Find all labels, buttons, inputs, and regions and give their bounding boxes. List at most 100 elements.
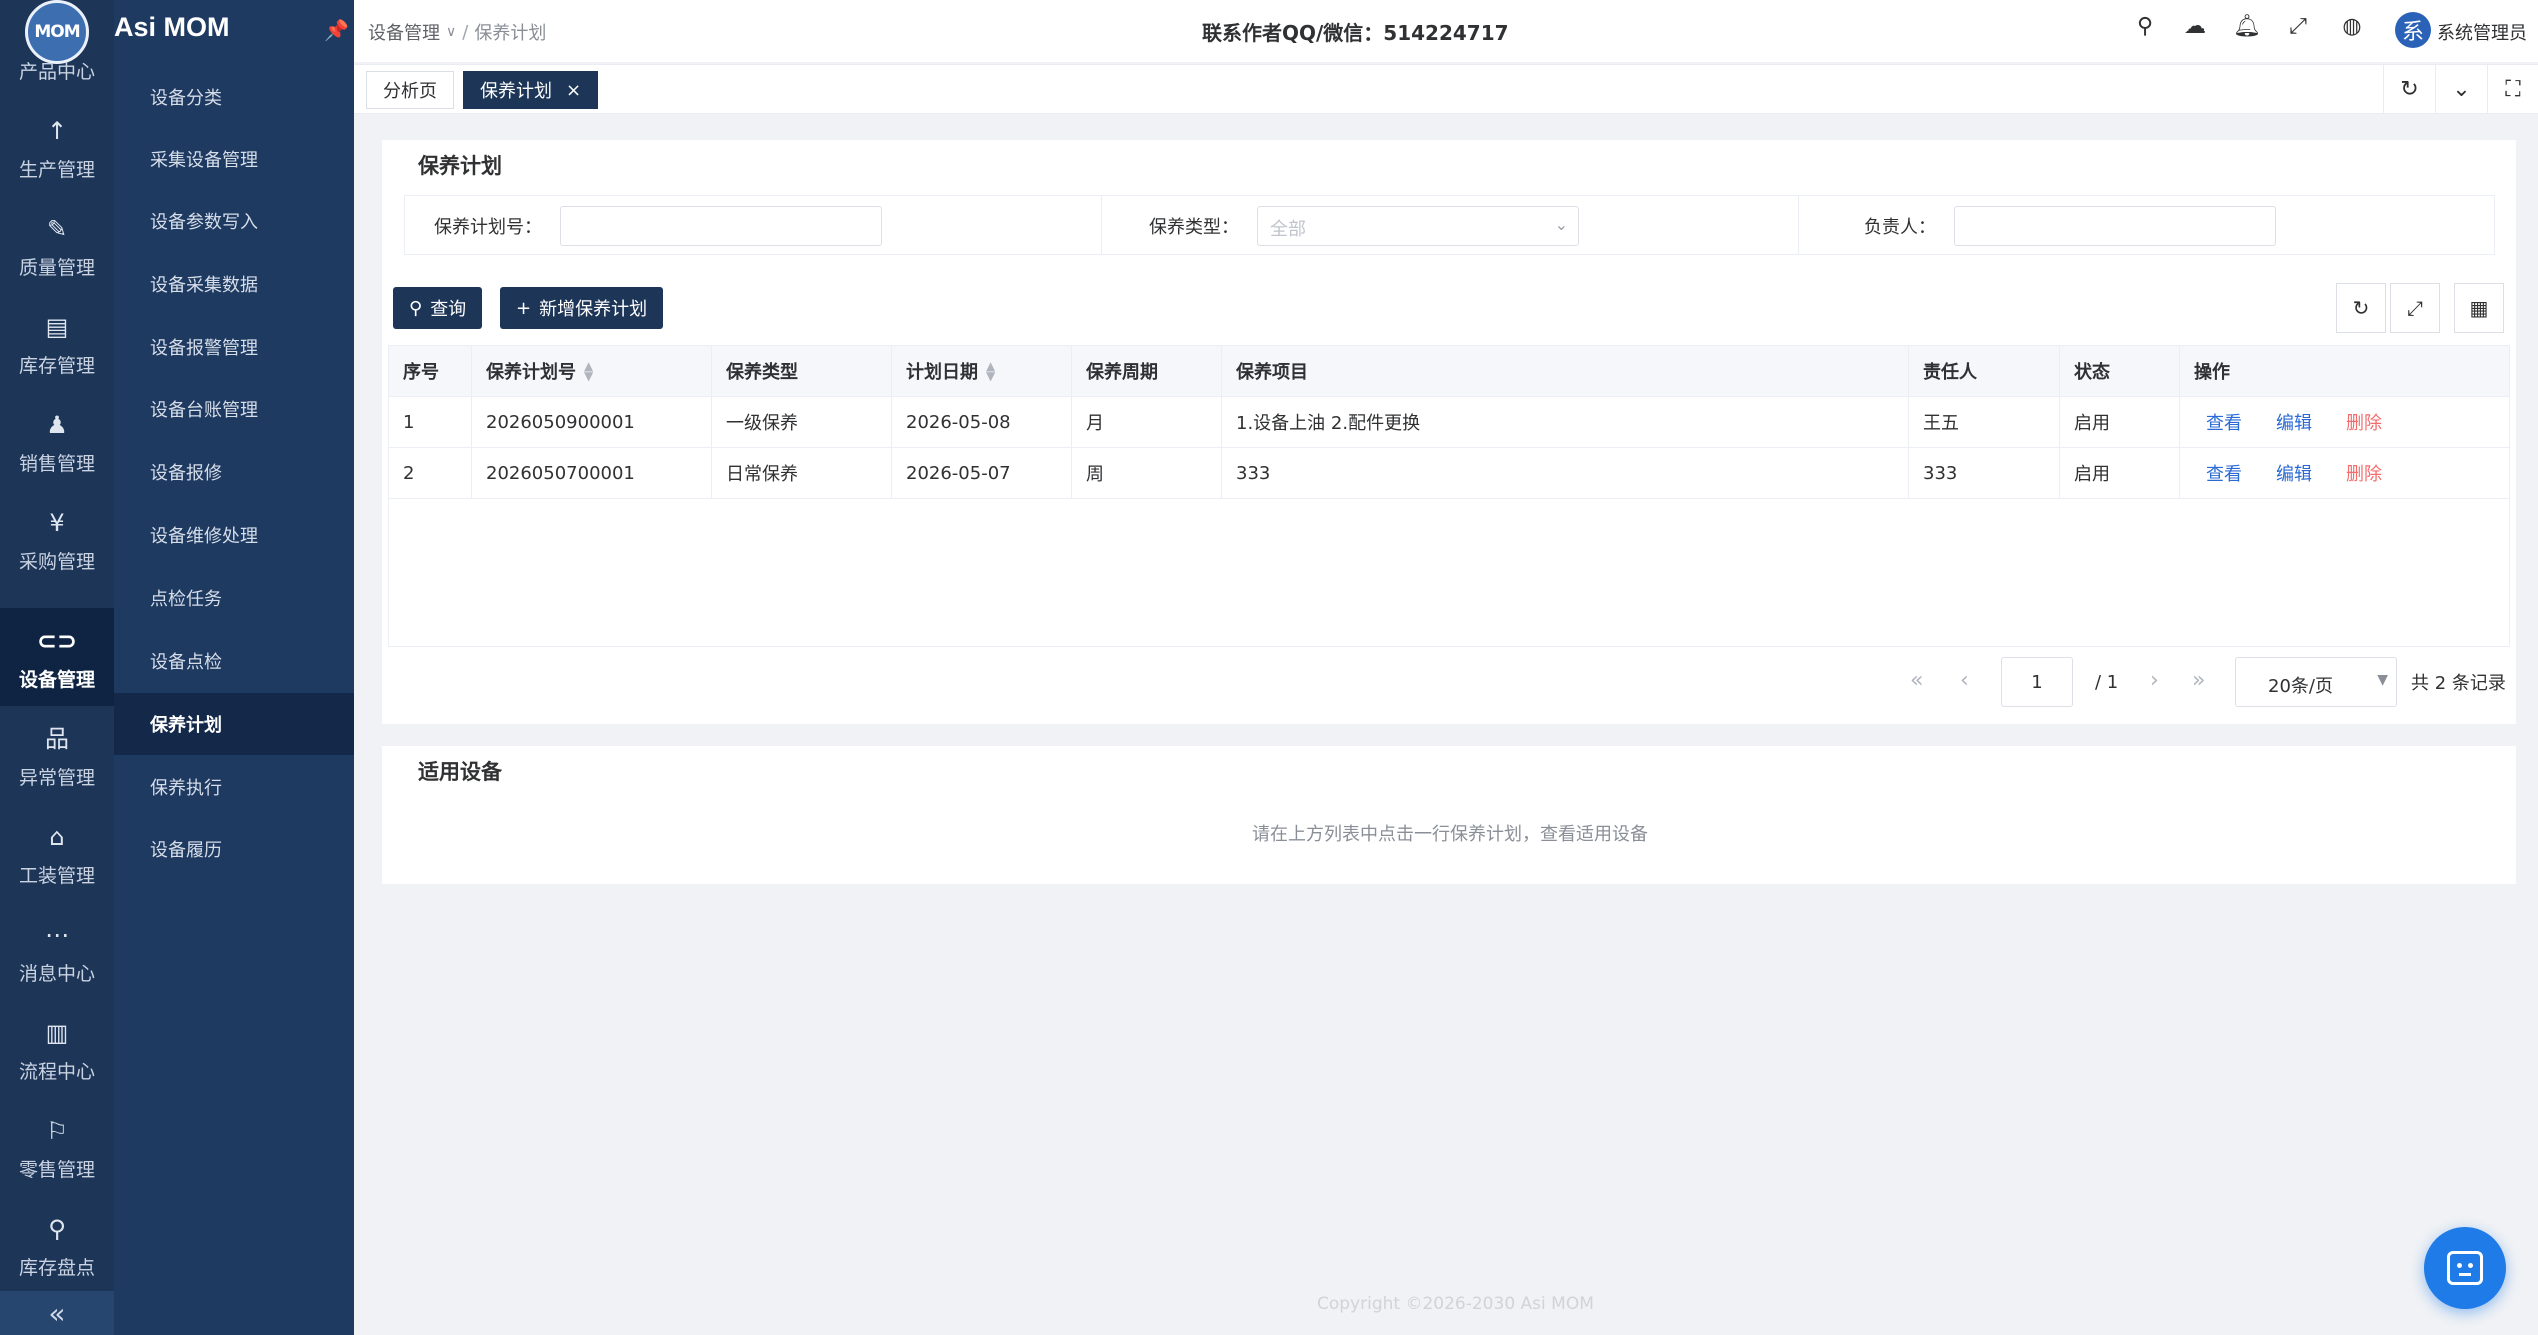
column-settings-button[interactable]: ▦ <box>2454 283 2504 333</box>
wrench-icon: ✎ <box>46 215 68 243</box>
chat-icon: ⋯ <box>45 921 69 949</box>
fullscreen-table-button[interactable]: ⤢ <box>2390 283 2440 333</box>
hierarchy-icon: 品 <box>45 725 69 753</box>
table-row[interactable]: 1 2026050900001 一级保养 2026-05-08 月 1.设备上油… <box>389 397 2509 448</box>
breadcrumb-separator: / <box>462 21 469 43</box>
column-header: 操作 <box>2194 362 2230 383</box>
tab-label: 保养计划 <box>480 81 552 102</box>
user-name[interactable]: 系统管理员 <box>2437 19 2527 45</box>
submenu-item[interactable]: 设备参数写入 <box>114 190 354 252</box>
cell-index: 2 <box>389 448 472 498</box>
last-page-icon[interactable]: » <box>2192 668 2205 693</box>
cell-status: 启用 <box>2060 397 2180 447</box>
add-plan-button[interactable]: + 新增保养计划 <box>500 287 664 329</box>
rail-item-label: 销售管理 <box>18 453 95 475</box>
delete-link[interactable]: 删除 <box>2346 409 2382 435</box>
arrow-up-icon: ↑ <box>46 117 68 145</box>
column-header-label: 保养计划号 <box>486 362 576 383</box>
fullscreen-icon[interactable]: ⤢ <box>2283 14 2313 39</box>
rail-item-product-center[interactable]: 产品中心 <box>0 0 114 98</box>
submenu-item-maintenance-plan[interactable]: 保养计划 <box>114 693 354 755</box>
page-number-input[interactable] <box>2001 657 2073 707</box>
flag-icon: ⚐ <box>46 1117 68 1145</box>
cell-cycle: 周 <box>1072 448 1222 498</box>
rail-item-tooling[interactable]: ⌂ 工装管理 <box>0 804 114 902</box>
rail-item-stocktake[interactable]: ⚲ 库存盘点 <box>0 1196 114 1294</box>
page-size-select[interactable]: 20条/页 ▼ <box>2235 657 2397 707</box>
table-row[interactable]: 2 2026050700001 日常保养 2026-05-07 周 333 33… <box>389 448 2509 499</box>
view-link[interactable]: 查看 <box>2206 460 2242 486</box>
bank-icon: ⌂ <box>49 823 65 851</box>
rail-item-messages[interactable]: ⋯ 消息中心 <box>0 902 114 1000</box>
rail-item-inventory[interactable]: ▤ 库存管理 <box>0 294 114 392</box>
bell-icon[interactable]: 🔔︎ <box>2232 14 2262 39</box>
next-page-icon[interactable]: › <box>2150 668 2159 693</box>
document-icon: ▤ <box>45 313 69 341</box>
rail-item-label: 库存盘点 <box>18 1257 95 1279</box>
cell-index: 1 <box>389 397 472 447</box>
column-header-sortable[interactable]: 保养计划号 ▲ ▼ <box>472 346 712 396</box>
submenu-item[interactable]: 设备台账管理 <box>114 378 354 440</box>
plan-table: 序号 保养计划号 ▲ ▼ 保养类型 计划日期 ▲ ▼ 保养周期 保养项目 责任人 状… <box>388 345 2510 647</box>
maximize-button[interactable]: ⛶ <box>2487 65 2538 113</box>
cell-date: 2026-05-08 <box>892 397 1072 447</box>
rail-item-quality[interactable]: ✎ 质量管理 <box>0 196 114 294</box>
filter-label: 负责人： <box>1864 217 1936 238</box>
breadcrumb-current: 保养计划 <box>474 23 547 44</box>
submenu-item[interactable]: 设备分类 <box>114 66 354 128</box>
refresh-table-button[interactable]: ↻ <box>2336 283 2386 333</box>
rail-item-exception[interactable]: 品 异常管理 <box>0 706 114 804</box>
sort-icon[interactable]: ▲ ▼ <box>986 360 995 382</box>
rail-item-label: 流程中心 <box>18 1061 95 1083</box>
assistant-button[interactable] <box>2424 1227 2506 1309</box>
rail-item-purchase[interactable]: ¥ 采购管理 <box>0 490 114 588</box>
query-button-label: 查询 <box>430 299 467 320</box>
owner-input[interactable] <box>1954 206 2276 246</box>
rail-item-retail[interactable]: ⚐ 零售管理 <box>0 1098 114 1196</box>
grid-icon: ▦ <box>2469 296 2489 320</box>
submenu-item[interactable]: 设备点检 <box>114 630 354 692</box>
submenu-item[interactable]: 设备采集数据 <box>114 253 354 315</box>
cell-actions: 查看 编辑 删除 <box>2180 397 2509 447</box>
rail-item-equipment[interactable]: ⊂⊃ 设备管理 <box>0 608 114 706</box>
pin-icon[interactable]: 📌 <box>324 18 349 42</box>
plan-no-input[interactable] <box>560 206 882 246</box>
page-size-value: 20条/页 <box>2268 676 2333 697</box>
chevron-down-icon[interactable]: ∨ <box>446 24 456 40</box>
rail-item-workflow[interactable]: ▥ 流程中心 <box>0 1000 114 1098</box>
rail-item-label: 工装管理 <box>18 865 95 887</box>
edit-link[interactable]: 编辑 <box>2276 409 2312 435</box>
submenu-item[interactable]: 点检任务 <box>114 567 354 629</box>
query-button[interactable]: ⚲ 查询 <box>393 287 483 329</box>
submenu-item[interactable]: 设备报修 <box>114 441 354 503</box>
close-icon[interactable]: × <box>566 80 581 101</box>
avatar[interactable]: 系 <box>2395 12 2431 48</box>
submenu-item[interactable]: 设备维修处理 <box>114 504 354 566</box>
sort-icon[interactable]: ▲ ▼ <box>584 360 593 382</box>
tab-maintenance-plan[interactable]: 保养计划 × <box>463 71 599 109</box>
collapse-sidebar-button[interactable]: « <box>0 1291 114 1335</box>
view-link[interactable]: 查看 <box>2206 409 2242 435</box>
column-header-sortable[interactable]: 计划日期 ▲ ▼ <box>892 346 1072 396</box>
type-select[interactable]: 全部 ⌄ <box>1257 206 1579 246</box>
tab-menu-button[interactable]: ⌄ <box>2435 65 2487 113</box>
rail-item-production[interactable]: ↑ 生产管理 <box>0 98 114 196</box>
cell-actions: 查看 编辑 删除 <box>2180 448 2509 498</box>
breadcrumb-parent[interactable]: 设备管理 <box>368 19 440 45</box>
rail-item-sales[interactable]: ♟ 销售管理 <box>0 392 114 490</box>
tab-analysis[interactable]: 分析页 <box>366 71 454 109</box>
edit-link[interactable]: 编辑 <box>2276 460 2312 486</box>
delete-link[interactable]: 删除 <box>2346 460 2382 486</box>
refresh-tab-button[interactable]: ↻ <box>2383 65 2435 113</box>
submenu-item[interactable]: 设备报警管理 <box>114 316 354 378</box>
cloud-upload-icon[interactable]: ☁ <box>2180 14 2210 39</box>
first-page-icon[interactable]: « <box>1910 668 1923 693</box>
prev-page-icon[interactable]: ‹ <box>1960 668 1969 693</box>
filter-label: 保养类型： <box>1149 217 1239 238</box>
submenu-item[interactable]: 采集设备管理 <box>114 128 354 190</box>
submenu-item[interactable]: 保养执行 <box>114 756 354 818</box>
submenu-item[interactable]: 设备履历 <box>114 818 354 880</box>
search-icon[interactable]: ⚲ <box>2130 14 2160 39</box>
rail-item-label: 消息中心 <box>18 963 95 985</box>
palette-icon[interactable]: ◍ <box>2337 14 2367 39</box>
